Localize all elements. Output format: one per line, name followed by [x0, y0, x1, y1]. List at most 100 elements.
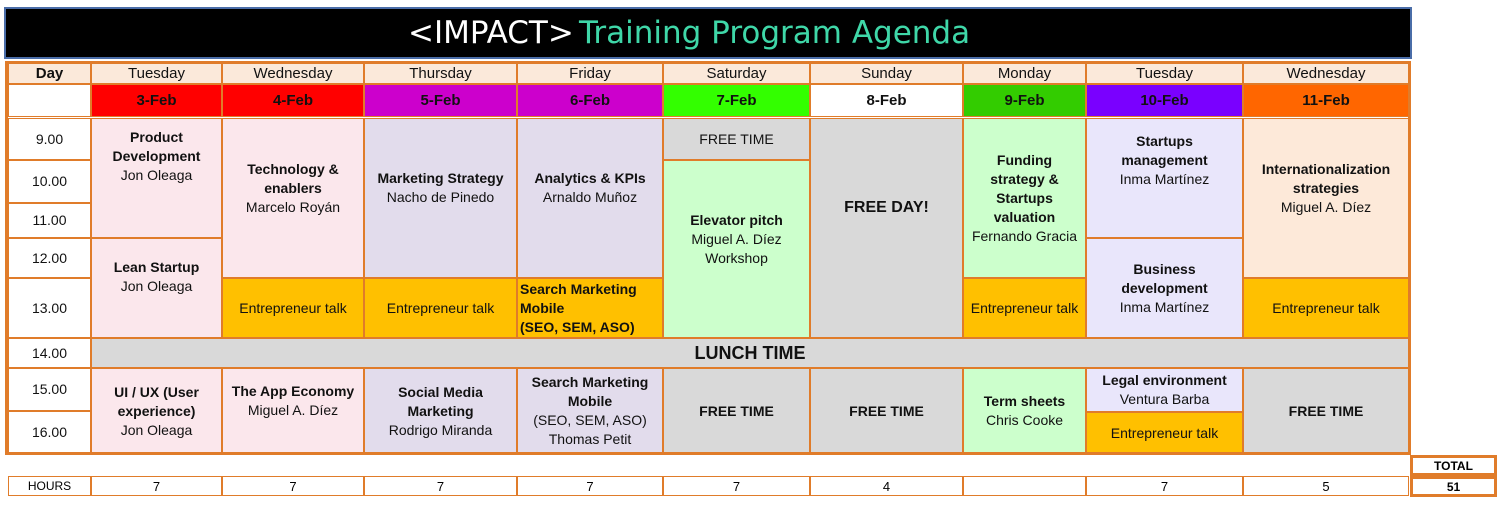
- session-title: Elevator pitch: [690, 211, 783, 228]
- session-social-media-marketing: Social Media Marketing Rodrigo Miranda: [364, 368, 517, 454]
- day-fri-6: Friday: [517, 63, 663, 84]
- session-title: Internationalization strategies: [1261, 160, 1391, 196]
- session-search-marketing-talk: Search Marketing Mobile (SEO, SEM, ASO): [517, 278, 663, 338]
- session-speaker: Chris Cooke: [985, 412, 1064, 428]
- session-title: UI / UX (User experience): [114, 383, 199, 419]
- entrepreneur-talk: Entrepreneur talk: [1086, 412, 1243, 454]
- total-label: TOTAL: [1410, 455, 1497, 476]
- session-speaker: Miguel A. Díez: [247, 402, 339, 418]
- hours-label: HOURS: [8, 476, 91, 496]
- hours-value: 4: [810, 476, 963, 496]
- day-tue-3: Tuesday: [91, 63, 222, 84]
- session-ui-ux: UI / UX (User experience) Jon Oleaga: [91, 368, 222, 454]
- session-title: Social Media Marketing: [398, 383, 483, 419]
- lunch-time: LUNCH TIME: [91, 338, 1409, 368]
- session-title: Analytics & KPIs: [534, 170, 646, 186]
- day-wed-4: Wednesday: [222, 63, 364, 84]
- time-slot: 15.00: [8, 368, 91, 411]
- free-time: FREE TIME: [663, 368, 810, 454]
- hours-value: 7: [91, 476, 222, 496]
- day-mon-9: Monday: [963, 63, 1086, 84]
- session-title: The App Economy: [231, 383, 355, 399]
- session-business-development: Business development Inma Martínez: [1086, 238, 1243, 338]
- session-line3: (SEO, SEM, ASO): [520, 318, 635, 335]
- date-8-feb: 8-Feb: [810, 84, 963, 117]
- session-line2: Mobile: [520, 299, 565, 316]
- title-agenda: Training Program Agenda: [579, 15, 971, 51]
- session-title: Product Development: [112, 128, 201, 164]
- time-slot: 16.00: [8, 411, 91, 454]
- entrepreneur-talk: Entrepreneur talk: [963, 278, 1086, 338]
- day-sat-7: Saturday: [663, 63, 810, 84]
- date-3-feb: 3-Feb: [91, 84, 222, 117]
- session-line1: Search Marketing: [520, 280, 637, 297]
- date-7-feb: 7-Feb: [663, 84, 810, 117]
- title-impact: <IMPACT>: [408, 15, 574, 51]
- session-subtitle: (SEO, SEM, ASO): [533, 412, 647, 428]
- free-time: FREE TIME: [810, 368, 963, 454]
- title-banner: <IMPACT> Training Program Agenda: [4, 7, 1412, 59]
- hours-value: 5: [1243, 476, 1409, 496]
- session-note: Workshop: [705, 249, 768, 266]
- session-analytics-kpis: Analytics & KPIs Arnaldo Muñoz: [517, 118, 663, 278]
- session-title: Technology & enablers: [247, 160, 339, 196]
- hours-value: 7: [364, 476, 517, 496]
- hours-value: 7: [663, 476, 810, 496]
- session-speaker: Nacho de Pinedo: [386, 189, 495, 205]
- session-speaker: Miguel A. Díez: [691, 230, 782, 247]
- session-startups-management: Startups management Inma Martínez: [1086, 118, 1243, 238]
- free-time: FREE TIME: [663, 118, 810, 160]
- day-wed-11: Wednesday: [1243, 63, 1409, 84]
- time-slot: 10.00: [8, 160, 91, 203]
- session-speaker: Inma Martínez: [1119, 170, 1210, 187]
- entrepreneur-talk: Entrepreneur talk: [222, 278, 364, 338]
- session-title: Term sheets: [983, 393, 1066, 409]
- session-speaker: Marcelo Royán: [245, 198, 341, 215]
- date-header-blank: [8, 84, 91, 117]
- date-6-feb: 6-Feb: [517, 84, 663, 117]
- session-title: Legal environment: [1102, 372, 1227, 388]
- session-speaker: Jon Oleaga: [120, 166, 193, 183]
- session-title: Startups management: [1121, 132, 1208, 168]
- day-sun-8: Sunday: [810, 63, 963, 84]
- session-search-marketing-mobile: Search Marketing Mobile (SEO, SEM, ASO) …: [517, 368, 663, 454]
- date-4-feb: 4-Feb: [222, 84, 364, 117]
- day-header-label: Day: [8, 63, 91, 84]
- entrepreneur-talk: Entrepreneur talk: [364, 278, 517, 338]
- session-speaker: Thomas Petit: [548, 431, 632, 447]
- entrepreneur-talk: Entrepreneur talk: [1243, 278, 1409, 338]
- session-title: Marketing Strategy: [377, 170, 504, 186]
- session-lean-startup: Lean Startup Jon Oleaga: [91, 238, 222, 338]
- hours-value: [963, 476, 1086, 496]
- session-speaker: Jon Oleaga: [120, 278, 193, 294]
- time-slot: 14.00: [8, 338, 91, 368]
- total-value: 51: [1410, 476, 1497, 497]
- hours-value: 7: [517, 476, 663, 496]
- session-title: Business development: [1121, 260, 1208, 296]
- session-legal-environment: Legal environment Ventura Barba: [1086, 368, 1243, 412]
- date-11-feb: 11-Feb: [1243, 84, 1409, 117]
- session-title: Search Marketing Mobile: [531, 374, 649, 409]
- time-slot: 11.00: [8, 203, 91, 238]
- day-thu-5: Thursday: [364, 63, 517, 84]
- session-term-sheets: Term sheets Chris Cooke: [963, 368, 1086, 454]
- free-day: FREE DAY!: [810, 118, 963, 338]
- hours-value: 7: [1086, 476, 1243, 496]
- session-funding-strategy: Funding strategy & Startups valuation Fe…: [963, 118, 1086, 278]
- hours-value: 7: [222, 476, 364, 496]
- session-internationalization: Internationalization strategies Miguel A…: [1243, 118, 1409, 278]
- date-10-feb: 10-Feb: [1086, 84, 1243, 117]
- session-app-economy: The App Economy Miguel A. Díez: [222, 368, 364, 454]
- date-9-feb: 9-Feb: [963, 84, 1086, 117]
- session-speaker: Fernando Gracia: [971, 227, 1078, 244]
- session-product-development: Product Development Jon Oleaga: [91, 118, 222, 238]
- session-speaker: Miguel A. Díez: [1280, 198, 1372, 215]
- day-tue-10: Tuesday: [1086, 63, 1243, 84]
- session-marketing-strategy: Marketing Strategy Nacho de Pinedo: [364, 118, 517, 278]
- session-title: Funding strategy & Startups valuation: [990, 151, 1059, 225]
- free-time: FREE TIME: [1243, 368, 1409, 454]
- session-technology-enablers: Technology & enablers Marcelo Royán: [222, 118, 364, 278]
- session-elevator-pitch: Elevator pitch Miguel A. Díez Workshop: [663, 160, 810, 338]
- session-speaker: Jon Oleaga: [120, 421, 193, 438]
- session-speaker: Rodrigo Miranda: [388, 421, 493, 438]
